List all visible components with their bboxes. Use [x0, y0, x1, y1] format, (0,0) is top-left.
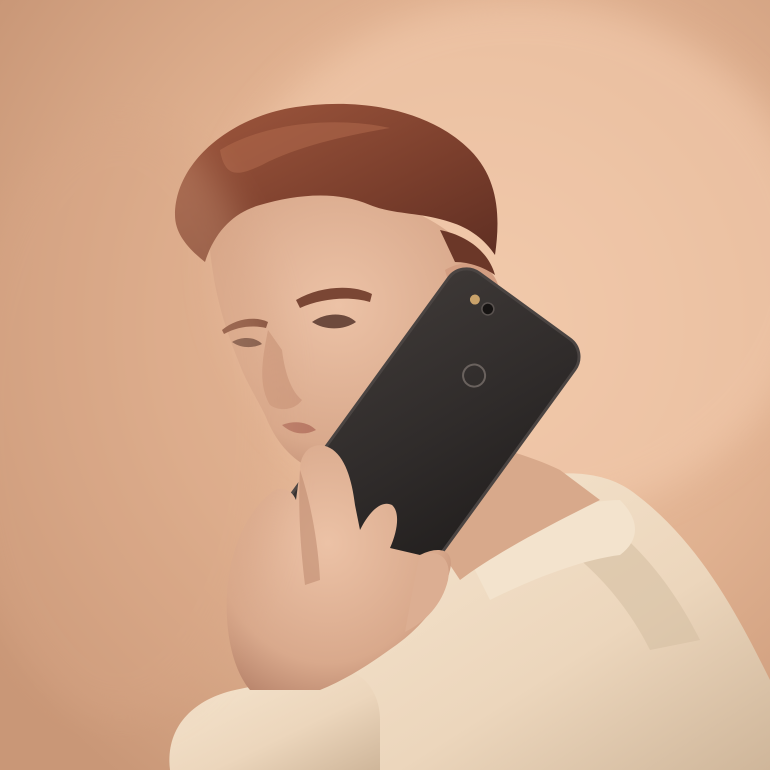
photo-illustration: MI	[0, 0, 770, 770]
product-photo: MI	[0, 0, 770, 770]
